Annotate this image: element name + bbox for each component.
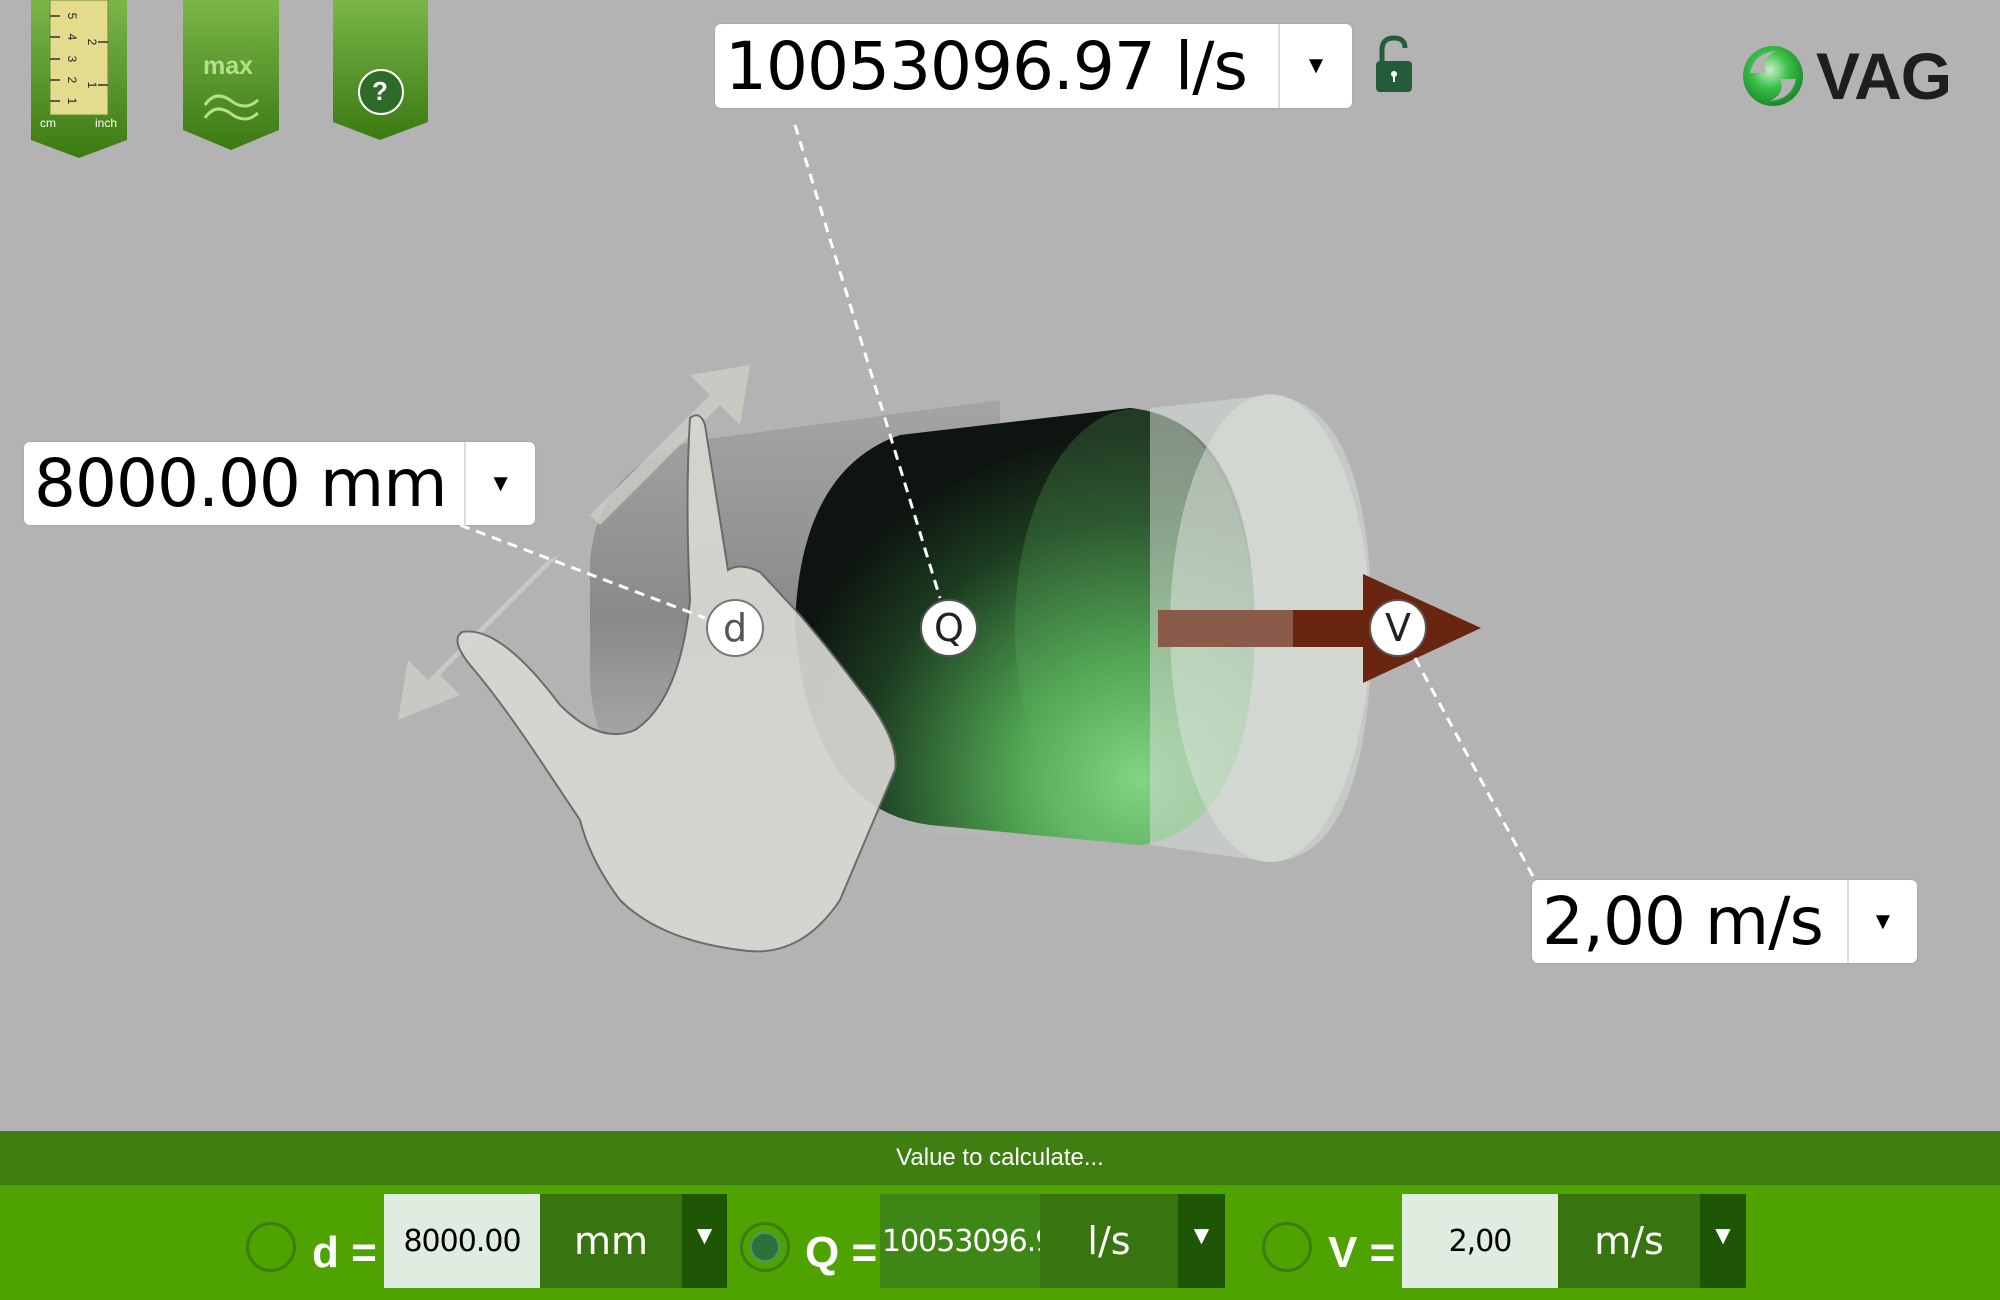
v-label: V = [1328, 1228, 1396, 1277]
flow-unit-dropdown[interactable]: ▼ [1278, 24, 1352, 108]
q-value-input[interactable]: 10053096.97 [880, 1194, 1040, 1288]
diameter-value-box[interactable]: 8000.00 mm ▼ [24, 442, 535, 525]
v-leader-line [1413, 657, 1537, 881]
flow-arrow-shaft [1293, 610, 1365, 647]
water-volume [795, 408, 1255, 845]
q-unit-select[interactable]: l/s [1040, 1194, 1178, 1288]
d-marker[interactable]: d [706, 599, 764, 657]
diameter-value[interactable]: 8000.00 mm [24, 442, 464, 525]
v-radio[interactable] [1262, 1222, 1312, 1272]
pipe-end [1170, 394, 1370, 862]
v-unit-dropdown[interactable]: ▼ [1700, 1194, 1746, 1288]
pipe-shell [1150, 395, 1372, 862]
lock-icon [1376, 35, 1412, 92]
flow-value[interactable]: 10053096.97 l/s [715, 24, 1278, 108]
q-leader-line [793, 124, 942, 599]
d-leader-line [459, 523, 706, 620]
q-marker[interactable]: Q [920, 599, 978, 657]
velocity-unit-dropdown[interactable]: ▼ [1846, 880, 1917, 963]
water-face [1015, 409, 1255, 845]
ruler-ribbon [31, 0, 127, 158]
d-label: d = [312, 1228, 377, 1277]
q-label: Q = [805, 1228, 878, 1277]
q-radio[interactable] [740, 1222, 790, 1272]
ruler-cm-label: cm [40, 116, 56, 130]
flow-arrow-shaft-faded [1158, 610, 1293, 647]
q-unit-dropdown[interactable]: ▼ [1178, 1194, 1225, 1288]
calculation-bar-title: Value to calculate... [0, 1131, 2000, 1185]
v-marker[interactable]: V [1369, 599, 1427, 657]
flow-value-box[interactable]: 10053096.97 l/s ▼ [715, 24, 1352, 108]
max-label[interactable]: max [203, 52, 253, 81]
d-unit-select[interactable]: mm [540, 1194, 682, 1288]
vag-logo-text: VAG [1816, 39, 1952, 113]
vag-logo: VAG [1740, 38, 1952, 114]
help-ribbon [333, 0, 428, 140]
d-value-input[interactable]: 8000.00 [384, 1194, 540, 1288]
v-unit-select[interactable]: m/s [1558, 1194, 1700, 1288]
velocity-value-box[interactable]: 2,00 m/s ▼ [1532, 880, 1917, 963]
resize-arrows-icon [398, 365, 750, 720]
ruler-inch-label: inch [95, 116, 118, 130]
diameter-unit-dropdown[interactable]: ▼ [464, 442, 535, 525]
vag-logo-icon [1743, 46, 1803, 106]
help-icon[interactable]: ? [372, 76, 388, 107]
velocity-value[interactable]: 2,00 m/s [1532, 880, 1847, 963]
v-value-input[interactable]: 2,00 [1402, 1194, 1558, 1288]
d-radio[interactable] [246, 1222, 296, 1272]
d-unit-dropdown[interactable]: ▼ [682, 1194, 727, 1288]
